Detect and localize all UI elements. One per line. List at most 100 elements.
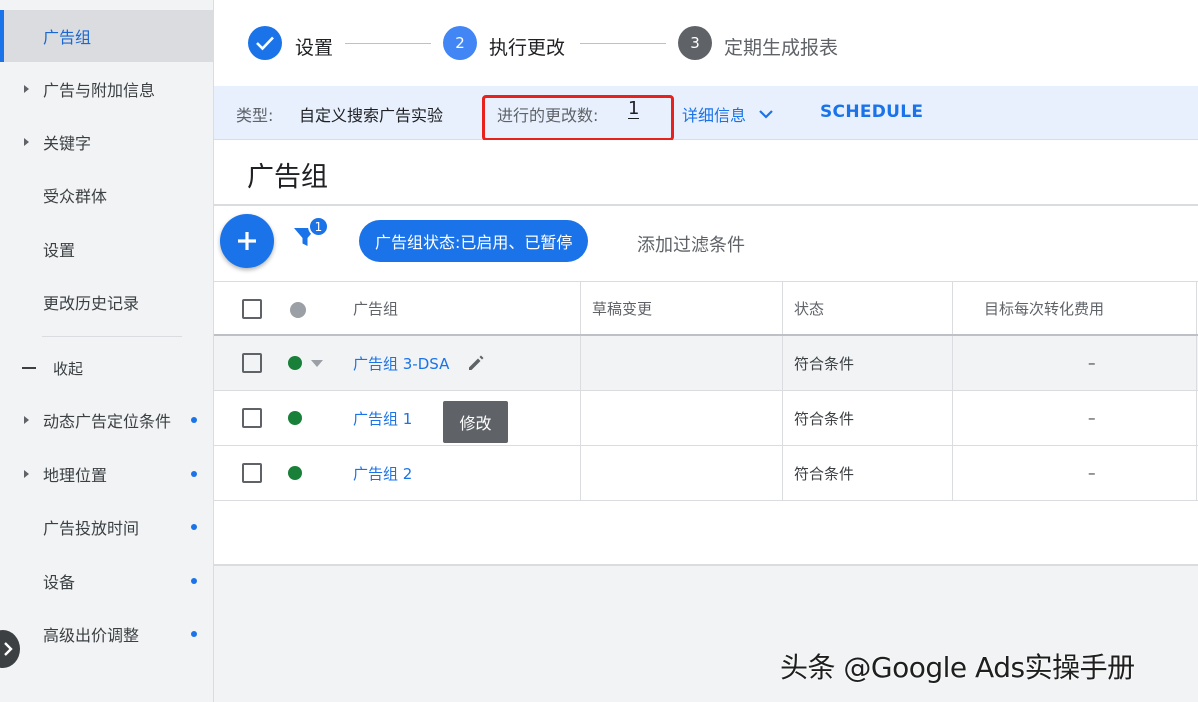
status-dropdown-icon[interactable] [311,360,323,368]
sidebar-collapse-toggle[interactable]: 收起 [0,344,213,392]
sidebar-item-label: 设置 [43,241,76,260]
enabled-status-dot[interactable] [288,466,302,480]
sidebar-item-label: 广告组 [43,28,92,47]
row-checkbox[interactable] [242,353,262,373]
schedule-button[interactable]: SCHEDULE [820,102,923,122]
column-divider [952,391,953,445]
sidebar-item-label: 高级出价调整 [43,626,140,645]
add-button[interactable] [220,214,274,268]
target-cpa-cell: – [1088,464,1096,482]
status-column-icon [290,302,306,318]
column-divider [782,282,783,334]
chevron-right-icon [4,642,13,656]
add-filter-button[interactable]: 添加过滤条件 [637,231,745,257]
step-3-circle: 3 [678,26,712,60]
sidebar-item-label: 关键字 [43,134,92,153]
sidebar-item-locations[interactable]: 地理位置 [0,448,213,500]
column-divider [782,446,783,500]
ad-group-name-link[interactable]: 广告组 2 [353,446,412,500]
ad-groups-table: 广告组 草稿变更 状态 目标每次转化费用 广告组 3-DSA 符合条件 – 广告… [214,281,1198,501]
chevron-down-icon [759,110,773,119]
sidebar-item-label: 动态广告定位条件 [43,412,172,431]
sidebar-item-bid-adjustments[interactable]: 高级出价调整 [0,608,213,660]
ad-group-name-link[interactable]: 广告组 1 [353,391,412,445]
step-connector [345,43,431,44]
progress-stepper: 设置 2 执行更改 3 定期生成报表 [214,0,1198,86]
type-label: 类型: [236,106,274,125]
target-cpa-cell: – [1088,409,1096,427]
column-divider [1196,336,1197,390]
type-value: 自定义搜索广告实验 [299,106,444,125]
caret-right-icon [24,470,29,478]
sidebar-item-keywords[interactable]: 关键字 [0,116,213,168]
step-2-circle: 2 [443,26,477,60]
collapse-label: 收起 [53,359,84,378]
sidebar-item-devices[interactable]: 设备 [0,555,213,607]
active-indicator [0,10,4,62]
sidebar-item-settings[interactable]: 设置 [0,223,213,275]
unread-dot [191,471,197,477]
table-row[interactable]: 广告组 2 符合条件 – [214,446,1198,501]
title-divider [214,204,1198,206]
column-header-draft-changes[interactable]: 草稿变更 [592,282,652,334]
column-divider [1196,446,1197,500]
experiment-info-bar: 类型: 自定义搜索广告实验 进行的更改数: 1 详细信息 SCHEDULE [214,86,1198,141]
status-cell: 符合条件 [794,354,855,373]
check-icon [256,36,274,51]
sidebar-item-change-history[interactable]: 更改历史记录 [0,276,213,328]
status-cell: 符合条件 [794,409,855,428]
column-divider [580,446,581,500]
sidebar-item-ad-schedule[interactable]: 广告投放时间 [0,501,213,553]
step-1-check [248,26,282,60]
enabled-status-dot[interactable] [288,356,302,370]
unread-dot [191,578,197,584]
ad-group-name-link[interactable]: 广告组 3-DSA [353,336,449,390]
sidebar-item-label: 设备 [43,573,76,592]
sidebar-item-audiences[interactable]: 受众群体 [0,169,213,221]
edit-pencil-icon[interactable] [467,354,485,372]
details-label: 详细信息 [682,106,747,125]
unread-dot [191,631,197,637]
column-divider [1196,282,1197,334]
table-header: 广告组 草稿变更 状态 目标每次转化费用 [214,281,1198,336]
column-header-status[interactable]: 状态 [794,282,824,334]
column-divider [952,282,953,334]
column-divider [952,336,953,390]
sidebar-item-ads-extensions[interactable]: 广告与附加信息 [0,63,213,115]
row-checkbox[interactable] [242,408,262,428]
table-row[interactable]: 广告组 3-DSA 符合条件 – [214,336,1198,391]
sidebar-item-label: 地理位置 [43,466,108,485]
step-2-label: 执行更改 [489,37,566,59]
sidebar-item-dynamic-ad-targets[interactable]: 动态广告定位条件 [0,394,213,446]
edit-tooltip: 修改 [443,401,508,443]
step-1-label: 设置 [295,37,334,59]
step-3-label: 定期生成报表 [724,37,839,59]
unread-dot [191,524,197,530]
sidebar-item-label: 更改历史记录 [43,294,140,313]
status-cell: 符合条件 [794,464,855,483]
sidebar-divider [42,336,182,337]
ad-groups-card: 广告组 1 广告组状态:已启用、已暂停 添加过滤条件 广告组 草稿变更 状态 目… [214,140,1198,566]
column-header-ad-group[interactable]: 广告组 [353,282,398,334]
status-filter-chip[interactable]: 广告组状态:已启用、已暂停 [359,220,589,262]
column-divider [580,336,581,390]
column-divider [782,336,783,390]
filter-count-badge: 1 [308,216,329,237]
sidebar-item-label: 广告与附加信息 [43,81,156,100]
enabled-status-dot[interactable] [288,411,302,425]
row-checkbox[interactable] [242,463,262,483]
sidebar-item-label: 受众群体 [43,187,108,206]
column-divider [580,391,581,445]
sidebar-item-ad-groups[interactable]: 广告组 [0,10,213,62]
minus-icon [22,367,36,369]
caret-right-icon [24,138,29,146]
caret-right-icon [24,416,29,424]
watermark: 头条 @Google Ads实操手册 [780,651,1135,684]
caret-right-icon [24,85,29,93]
details-toggle[interactable]: 详细信息 [682,102,774,126]
page-title: 广告组 [247,162,328,193]
sidebar: 广告组 广告与附加信息 关键字 受众群体 设置 更改历史记录 收起 动态广告定位… [0,0,214,702]
column-header-target-cpa[interactable]: 目标每次转化费用 [984,282,1104,334]
table-row[interactable]: 广告组 1 符合条件 – [214,391,1198,446]
select-all-checkbox[interactable] [242,299,262,319]
